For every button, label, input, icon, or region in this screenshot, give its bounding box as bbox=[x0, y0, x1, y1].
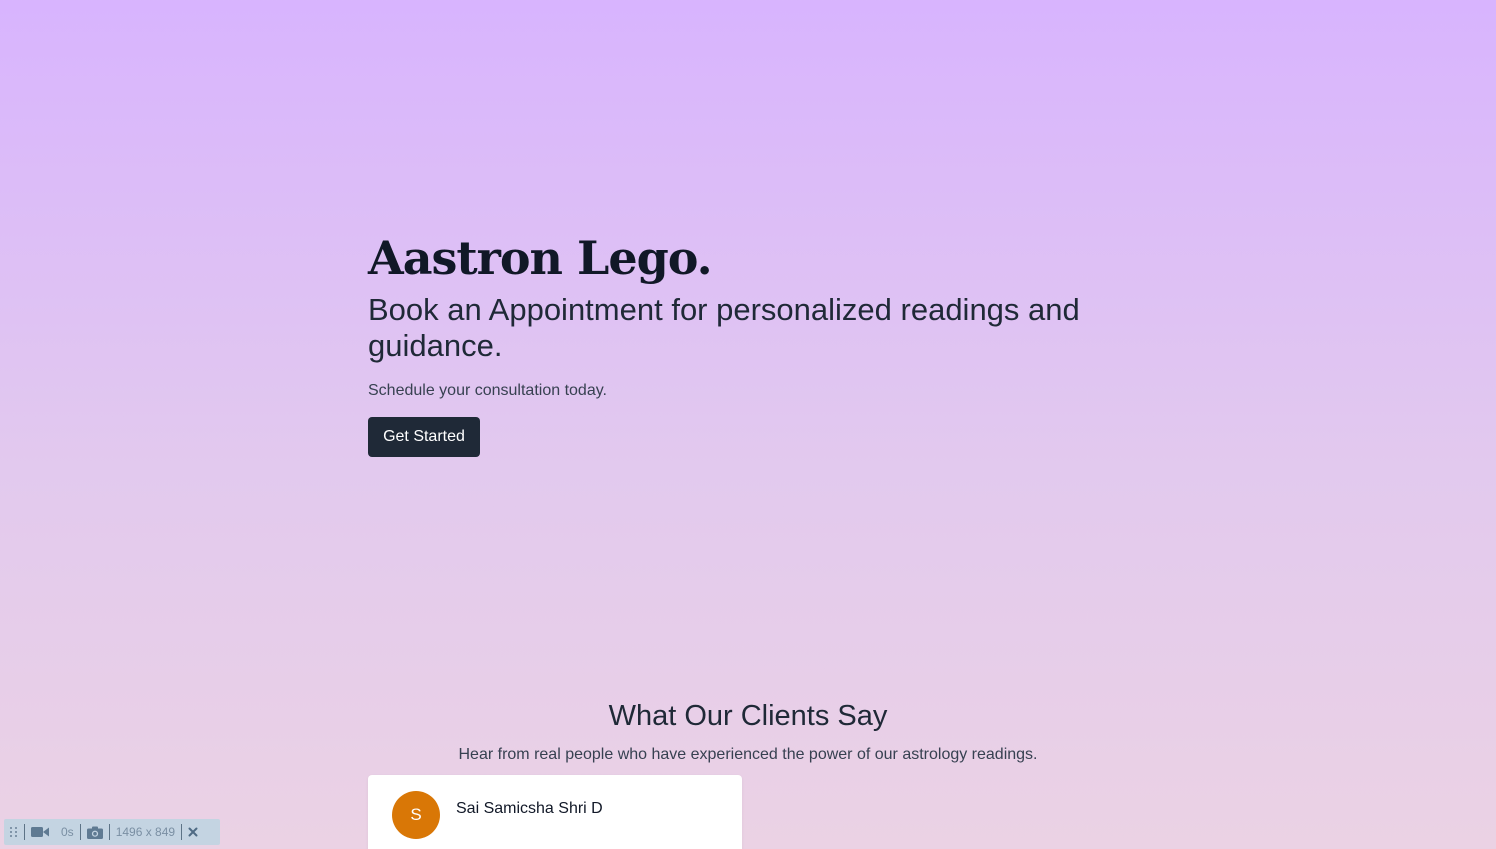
brand-title: Aastron Lego. bbox=[368, 231, 713, 285]
video-camera-icon[interactable] bbox=[25, 819, 55, 845]
hero-section: Aastron Lego. Book an Appointment for pe… bbox=[368, 226, 1128, 457]
testimonial-card: S Sai Samicsha Shri D bbox=[368, 775, 742, 849]
recorder-toolbar: 0s 1496 x 849 bbox=[4, 819, 220, 845]
avatar: S bbox=[392, 791, 440, 839]
client-name: Sai Samicsha Shri D bbox=[456, 800, 603, 817]
dimensions-readout: 1496 x 849 bbox=[115, 825, 176, 839]
testimonials-title: What Our Clients Say bbox=[608, 700, 888, 732]
camera-icon[interactable] bbox=[81, 819, 109, 845]
recording-timer: 0s bbox=[61, 825, 74, 839]
drag-handle-icon[interactable] bbox=[4, 819, 24, 845]
hero-headline: Book an Appointment for personalized rea… bbox=[368, 292, 1080, 363]
get-started-button[interactable]: Get Started bbox=[368, 417, 480, 457]
close-icon[interactable] bbox=[182, 819, 204, 845]
hero-subtext: Schedule your consultation today. bbox=[368, 382, 607, 399]
testimonials-subtitle: Hear from real people who have experienc… bbox=[458, 746, 1038, 763]
